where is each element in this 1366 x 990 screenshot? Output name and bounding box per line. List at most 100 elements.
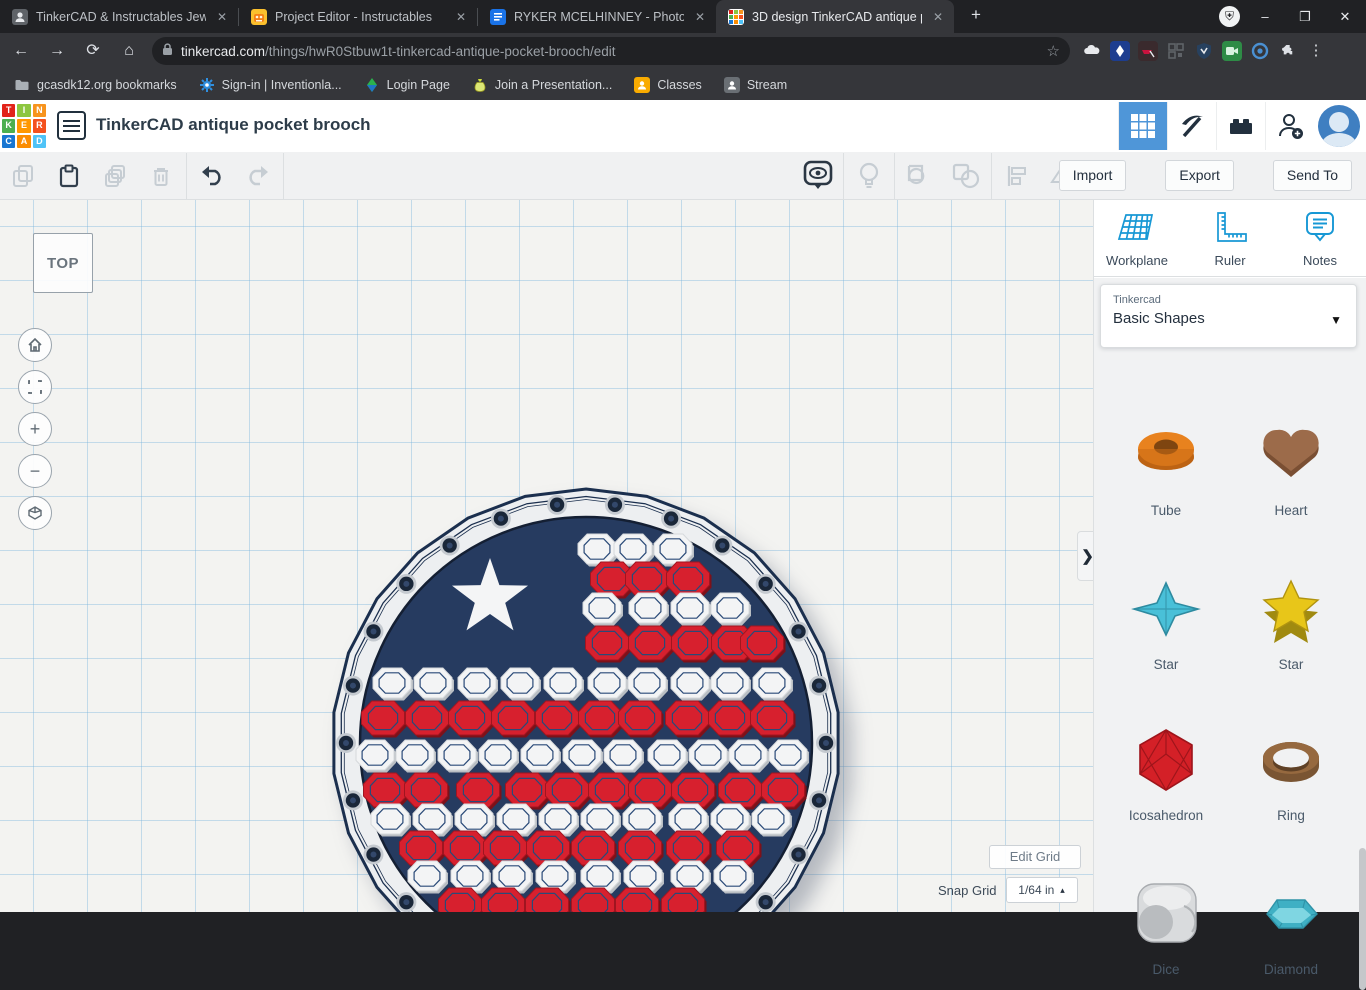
3d-design-mode-button[interactable]: [1118, 102, 1167, 150]
back-icon[interactable]: ←: [6, 36, 36, 66]
bookmark-stream[interactable]: Stream: [723, 76, 787, 93]
reload-icon[interactable]: ⟳: [78, 36, 108, 66]
zoom-out-icon[interactable]: −: [18, 454, 52, 488]
show-hide-eye-icon[interactable]: [795, 153, 841, 199]
kami-extension-icon[interactable]: [1110, 41, 1130, 61]
close-button[interactable]: ✕: [1330, 2, 1360, 32]
bookmark-signin[interactable]: Sign-in | Inventionla...: [199, 77, 342, 93]
bookmark-label: Join a Presentation...: [494, 77, 613, 92]
undo-icon[interactable]: [189, 153, 235, 199]
bookmark-login-page[interactable]: Login Page: [364, 77, 450, 93]
gear-icon: [199, 77, 215, 93]
copy-icon[interactable]: [0, 153, 46, 199]
shape-tile-star5[interactable]: Star: [1233, 573, 1349, 672]
loom-extension-icon[interactable]: [1250, 41, 1270, 61]
user-avatar[interactable]: [1318, 105, 1360, 147]
snap-grid-value: 1/64 in: [1018, 883, 1055, 897]
tab-tinkercad-instructables[interactable]: TinkerCAD & Instructables Jewel ✕: [0, 0, 238, 33]
zoom-in-icon[interactable]: +: [18, 412, 52, 446]
tab-project-editor[interactable]: Project Editor - Instructables ✕: [239, 0, 477, 33]
tab-photo-doc[interactable]: RYKER MCELHINNEY - Photo Do ✕: [478, 0, 716, 33]
browser-profile-icon[interactable]: ⛨: [1219, 6, 1240, 27]
qr-code-extension-icon[interactable]: [1166, 41, 1186, 61]
new-tab-button[interactable]: +: [962, 2, 990, 30]
delete-trash-icon[interactable]: [138, 153, 184, 199]
snap-grid-select[interactable]: 1/64 in ▴: [1005, 877, 1078, 903]
ruler-tool[interactable]: Ruler: [1187, 210, 1273, 268]
duplicate-icon[interactable]: [92, 153, 138, 199]
design-properties-icon[interactable]: [57, 111, 86, 140]
shape-label: Ring: [1277, 808, 1305, 823]
restore-button[interactable]: ❐: [1290, 2, 1320, 32]
screencastify-extension-icon[interactable]: [1222, 41, 1242, 61]
instructables-robot-favicon: [251, 8, 267, 25]
shape-label: Dice: [1152, 962, 1180, 977]
3d-viewport-canvas[interactable]: TOP + − ❯ Edit Grid Snap Grid 1/64 in ▴: [0, 200, 1093, 912]
tab-close-icon[interactable]: ✕: [453, 9, 469, 25]
shape-tile-star4[interactable]: Star: [1108, 573, 1224, 672]
send-to-button[interactable]: Send To: [1272, 160, 1352, 191]
panel-collapse-chevron-icon[interactable]: ❯: [1077, 531, 1093, 581]
brooch-model[interactable]: [0, 200, 1093, 912]
chevron-down-icon: ▼: [1330, 313, 1342, 327]
bricks-icon[interactable]: [1216, 102, 1265, 150]
add-user-icon[interactable]: [1265, 102, 1314, 150]
shape-tile-ring[interactable]: Ring: [1233, 724, 1349, 823]
bookmark-folder[interactable]: gcasdk12.org bookmarks: [14, 77, 177, 93]
url-address-bar[interactable]: tinkercad.com /things/hwR0Stbuw1t-tinker…: [152, 37, 1070, 65]
shape-tile-heart[interactable]: Heart: [1233, 419, 1349, 518]
notes-icon: [1306, 212, 1334, 242]
export-button[interactable]: Export: [1165, 160, 1234, 191]
bookmark-star-icon[interactable]: ☆: [1047, 42, 1060, 60]
shape-tile-dice[interactable]: Dice: [1108, 878, 1224, 977]
extensions-puzzle-icon[interactable]: [1278, 41, 1298, 61]
diamond-shape-icon: [1233, 878, 1349, 955]
tab-close-icon[interactable]: ✕: [214, 9, 230, 25]
paste-icon[interactable]: [46, 153, 92, 199]
edit-grid-button[interactable]: Edit Grid: [989, 845, 1081, 869]
redo-icon[interactable]: [235, 153, 281, 199]
fit-view-icon[interactable]: [18, 370, 52, 404]
extensions-row: ⋮: [1082, 41, 1326, 61]
shape-tile-diamond[interactable]: Diamond: [1233, 878, 1349, 977]
tinkercad-logo[interactable]: TIN KER CAD: [0, 102, 48, 150]
shape-label: Star: [1153, 657, 1179, 672]
tab-close-icon[interactable]: ✕: [930, 9, 946, 25]
import-button[interactable]: Import: [1058, 160, 1127, 191]
shield-extension-icon[interactable]: [1194, 41, 1214, 61]
icosahedron-shape-icon: [1108, 724, 1224, 801]
cloud-extension-icon[interactable]: [1082, 41, 1102, 61]
browser-menu-icon[interactable]: ⋮: [1306, 41, 1326, 61]
person-badge-favicon: [12, 8, 28, 25]
shapes-gallery: Tinkercad Basic Shapes ▼ Tube Heart Star St…: [1094, 278, 1366, 990]
tinkercad-header: TIN KER CAD TinkerCAD antique pocket bro…: [0, 100, 1366, 152]
lightbulb-icon[interactable]: [846, 153, 892, 199]
forward-icon[interactable]: →: [42, 36, 72, 66]
ungroup-icon[interactable]: [943, 153, 989, 199]
notes-tool[interactable]: Notes: [1277, 210, 1363, 268]
adobe-extension-icon[interactable]: [1138, 41, 1158, 61]
align-icon[interactable]: [994, 153, 1040, 199]
tab-tinkercad-design-active[interactable]: 3D design TinkerCAD antique po ✕: [716, 0, 954, 33]
group-icon[interactable]: [897, 153, 943, 199]
lock-icon: [162, 43, 173, 59]
shape-library-dropdown[interactable]: Tinkercad Basic Shapes ▼: [1100, 284, 1357, 348]
shape-tile-icosahedron[interactable]: Icosahedron: [1108, 724, 1224, 823]
workplane-tool[interactable]: Workplane: [1094, 210, 1180, 268]
shape-tile-tube[interactable]: Tube: [1108, 419, 1224, 518]
bookmark-join-presentation[interactable]: Join a Presentation...: [472, 77, 612, 93]
panel-scrollbar[interactable]: [1359, 848, 1366, 990]
tab-close-icon[interactable]: ✕: [692, 9, 708, 25]
view-cube[interactable]: TOP: [33, 233, 93, 293]
perspective-toggle-icon[interactable]: [18, 496, 52, 530]
home-view-icon[interactable]: [18, 328, 52, 362]
bookmark-classes[interactable]: Classes: [634, 76, 702, 93]
tinkercad-favicon: [728, 8, 744, 25]
blocks-pickaxe-icon[interactable]: [1167, 102, 1216, 150]
library-selected: Basic Shapes: [1113, 310, 1205, 327]
bookmark-label: Classes: [657, 77, 702, 92]
io-buttons: Import Export Send To: [1058, 160, 1352, 191]
tool-label: Ruler: [1214, 253, 1246, 268]
minimize-button[interactable]: –: [1250, 2, 1280, 32]
home-icon[interactable]: ⌂: [114, 36, 144, 66]
